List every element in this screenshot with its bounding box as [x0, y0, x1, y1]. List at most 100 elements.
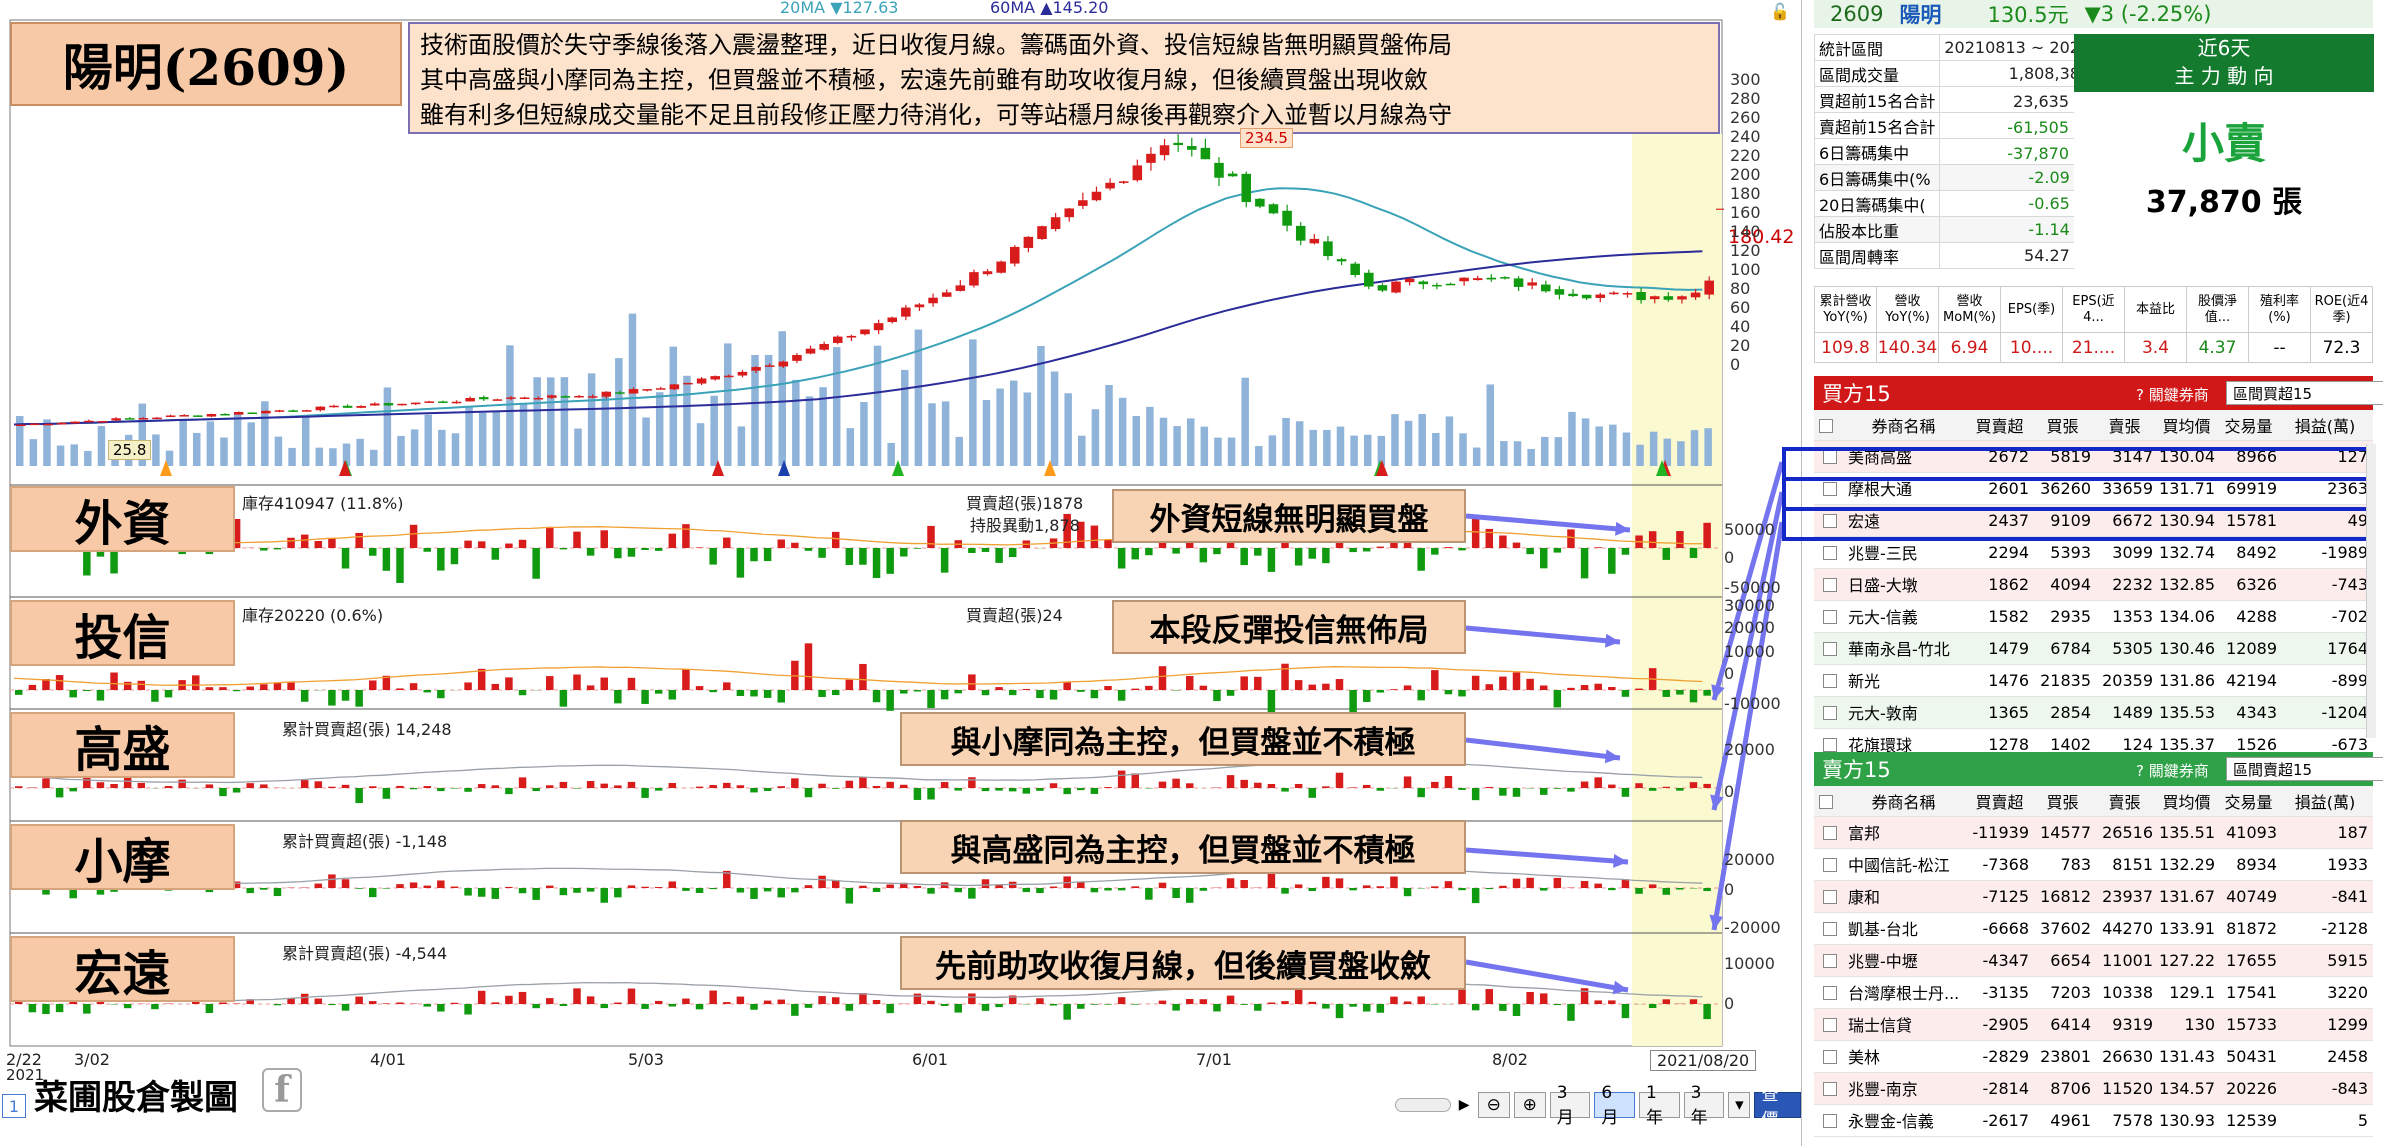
flow-bar — [1308, 888, 1317, 892]
flow-bar — [287, 537, 295, 548]
goldman-annotation: 與小摩同為主控，但買盤並不積極 — [900, 712, 1466, 766]
buy-select[interactable]: 區間買超15▾ — [2226, 381, 2383, 405]
broker-row[interactable]: 新光 1476 21835 20359 131.86 42194 -899 — [1814, 664, 2373, 697]
arrow-right-icon[interactable]: ▶ — [1455, 1097, 1474, 1113]
flow-bar — [328, 1004, 336, 1006]
flow-bar — [437, 690, 445, 699]
column-header[interactable]: 賣張 — [2096, 410, 2158, 441]
column-header[interactable]: 買賣超 — [1970, 786, 2034, 817]
column-header[interactable]: 賣張 — [2096, 786, 2158, 817]
volume-bar — [1540, 436, 1549, 466]
checkbox[interactable] — [1823, 1082, 1837, 1096]
flow-bar — [586, 548, 595, 556]
broker-name: 中國信託-松江 — [1842, 848, 1970, 881]
panel-tick: 20000 — [1724, 618, 1775, 637]
broker-row[interactable]: 兆豐-南京 -2814 8706 11520 134.57 20226 -843 — [1814, 1072, 2373, 1105]
checkbox[interactable] — [1823, 826, 1837, 840]
flow-bar — [1267, 783, 1276, 788]
broker-row[interactable]: 富邦 -11939 14577 26516 135.51 41093 187 — [1814, 816, 2373, 849]
range-dropdown-button[interactable]: ▾ — [1728, 1092, 1751, 1118]
broker-row[interactable]: 瑞士信貸 -2905 6414 9319 130 15733 1299 — [1814, 1008, 2373, 1041]
broker-row[interactable]: 兆豐-中壢 -4347 6654 11001 127.22 17655 5915 — [1814, 944, 2373, 977]
checkbox[interactable] — [1818, 418, 1833, 433]
candle-body — [233, 412, 244, 415]
checkbox[interactable] — [1823, 706, 1837, 720]
checkbox[interactable] — [1823, 1018, 1837, 1032]
broker-row[interactable]: 元大-信義 1582 2935 1353 134.06 4288 -702 — [1814, 600, 2373, 633]
broker-value: 81872 — [2220, 912, 2282, 945]
checkbox[interactable] — [1823, 954, 1837, 968]
column-header[interactable]: 買張 — [2034, 786, 2096, 817]
flow-bar — [1376, 690, 1385, 693]
zoom-in-button[interactable]: ⊕ — [1513, 1092, 1546, 1118]
flow-bar — [641, 690, 649, 704]
flow-bar — [518, 991, 527, 1004]
sell-title: 賣方15 — [1822, 758, 1891, 782]
checkbox[interactable] — [1823, 674, 1837, 688]
broker-row[interactable]: 凱基-台北 -6668 37602 44270 133.91 81872 -2128 — [1814, 912, 2373, 945]
column-header[interactable]: 券商名稱 — [1842, 410, 1970, 441]
flow-bar — [1308, 1001, 1317, 1004]
buy-grid-icon[interactable]: ☰ — [2336, 382, 2352, 403]
flow-bar — [586, 888, 595, 892]
broker-row[interactable]: 台灣摩根士丹... -3135 7203 10338 129.1 17541 3220 — [1814, 976, 2373, 1009]
column-header[interactable]: 交易量 — [2220, 410, 2282, 441]
range-6m-button[interactable]: 6月 — [1594, 1083, 1636, 1128]
broker-row[interactable]: 華南永昌-竹北 1479 6784 5305 130.46 12089 1764 — [1814, 632, 2373, 665]
flow-bar — [586, 685, 595, 690]
checkbox[interactable] — [1823, 1050, 1837, 1064]
broker-row[interactable]: 中國信託-松江 -7368 783 8151 132.29 8934 1933 — [1814, 848, 2373, 881]
zoom-out-button[interactable]: ⊖ — [1477, 1092, 1510, 1118]
flow-bar — [1185, 888, 1194, 903]
lock-icon[interactable]: 🔓 — [1770, 2, 1790, 21]
broker-row[interactable]: 永豐金-信義 -2617 4961 7578 130.93 12539 5 — [1814, 1104, 2373, 1137]
broker-row[interactable]: 日盛-大墩 1862 4094 2232 132.85 6326 -743 — [1814, 568, 2373, 601]
column-header[interactable]: 損益(萬) — [2282, 786, 2373, 817]
checkbox[interactable] — [1823, 610, 1837, 624]
checkbox[interactable] — [1823, 922, 1837, 936]
range-3y-button[interactable]: 3年 — [1683, 1083, 1725, 1128]
column-header[interactable]: 交易量 — [2220, 786, 2282, 817]
candle-body — [1255, 198, 1265, 207]
flow-bar — [1417, 548, 1425, 571]
column-header[interactable]: 損益(萬) — [2282, 410, 2373, 441]
checkbox[interactable] — [1818, 794, 1833, 809]
flow-bar — [968, 548, 976, 553]
checkbox[interactable] — [1823, 1114, 1837, 1128]
checkbox[interactable] — [1823, 578, 1837, 592]
broker-row[interactable]: 康和 -7125 16812 23937 131.67 40749 -841 — [1814, 880, 2373, 913]
checkbox[interactable] — [1823, 642, 1837, 656]
flow-bar — [1444, 547, 1453, 548]
flow-bar — [1417, 996, 1425, 1004]
flow-bar — [559, 888, 568, 896]
flow-bar — [300, 993, 309, 1004]
checkbox[interactable] — [1823, 546, 1837, 560]
column-header[interactable]: 券商名稱 — [1842, 786, 1970, 817]
broker-value: -1204 — [2282, 696, 2373, 729]
column-header[interactable]: 買均價 — [2158, 786, 2220, 817]
flow-bar — [1580, 881, 1589, 888]
column-header[interactable]: 買均價 — [2158, 410, 2220, 441]
page-index[interactable]: 1 — [2, 1094, 26, 1118]
sell-select[interactable]: 區間賣超15▾ — [2226, 757, 2383, 781]
flow-bar — [1158, 542, 1167, 548]
broker-row[interactable]: 美林 -2829 23801 26630 131.43 50431 2458 — [1814, 1040, 2373, 1073]
flow-bar — [1362, 885, 1371, 888]
flow-bar — [1458, 888, 1466, 891]
range-3m-button[interactable]: 3月 — [1549, 1083, 1591, 1128]
scroll-track[interactable] — [1395, 1098, 1451, 1112]
broker-name: 富邦 — [1842, 816, 1970, 849]
range-1y-button[interactable]: 1年 — [1639, 1083, 1680, 1128]
flow-bar — [1662, 548, 1671, 560]
broker-row[interactable]: 元大-敦南 1365 2854 1489 135.53 4343 -1204 — [1814, 696, 2373, 729]
checkbox[interactable] — [1823, 986, 1837, 1000]
candle-body — [56, 422, 67, 425]
candle-body — [1078, 200, 1088, 206]
checkbox[interactable] — [1823, 738, 1837, 752]
column-header[interactable]: 買賣超 — [1970, 410, 2034, 441]
query-button[interactable]: 查價 — [1754, 1085, 1802, 1130]
checkbox[interactable] — [1823, 890, 1837, 904]
column-header[interactable]: 買張 — [2034, 410, 2096, 441]
checkbox[interactable] — [1823, 858, 1837, 872]
scrollbar[interactable] — [2366, 444, 2376, 738]
